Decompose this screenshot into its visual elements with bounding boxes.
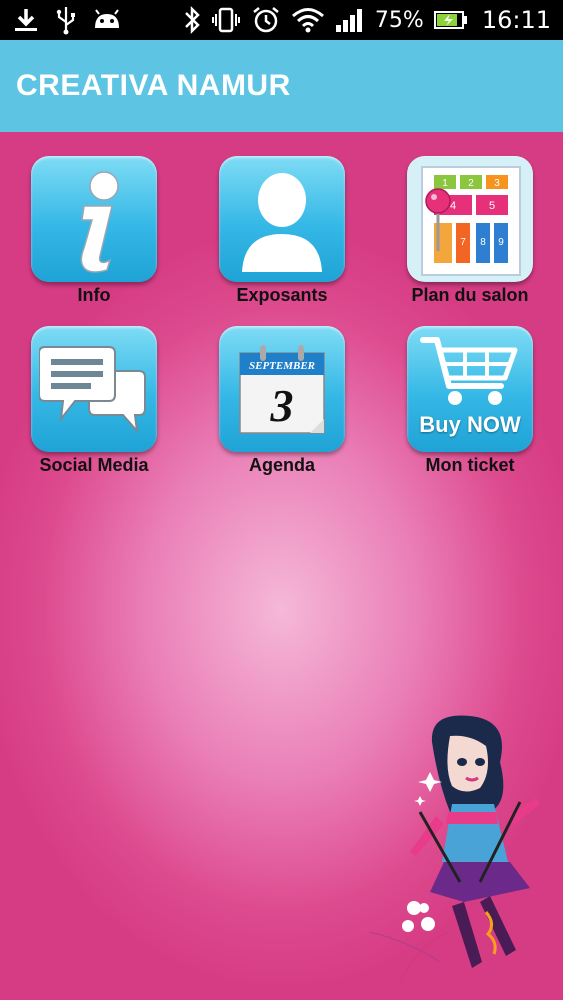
clock: 16:11 (481, 6, 551, 34)
tile-label: Agenda (248, 455, 315, 475)
app-title: CREATIVA NAMUR (16, 69, 291, 102)
tile-info[interactable]: Info (4, 156, 184, 326)
usb-icon (54, 5, 78, 35)
tile-mon-ticket[interactable]: Buy NOW Mon ticket (380, 326, 560, 496)
app-bar: CREATIVA NAMUR (0, 40, 563, 132)
svg-text:5: 5 (489, 200, 495, 212)
svg-text:3: 3 (270, 380, 294, 431)
android-icon (92, 8, 122, 32)
shopping-cart-icon: Buy NOW (407, 326, 533, 452)
tile-label: Info (77, 285, 111, 305)
tile-plan-du-salon[interactable]: 1 2 3 4 5 7 8 9 Plan du salon (380, 156, 560, 326)
svg-text:8: 8 (480, 237, 486, 248)
svg-text:9: 9 (498, 237, 504, 248)
person-icon (219, 156, 345, 282)
chat-bubbles-icon (31, 326, 157, 452)
svg-text:3: 3 (494, 178, 500, 189)
svg-text:4: 4 (450, 200, 456, 212)
floor-plan-icon: 1 2 3 4 5 7 8 9 (407, 156, 533, 282)
svg-text:SEPTEMBER: SEPTEMBER (249, 360, 315, 372)
vibrate-icon (211, 5, 241, 35)
svg-text:1: 1 (442, 178, 448, 189)
tile-social-media[interactable]: Social Media (4, 326, 184, 496)
tile-label: Mon ticket (425, 455, 515, 475)
battery-icon (433, 10, 468, 30)
svg-text:2: 2 (468, 178, 474, 189)
tile-label: Plan du salon (411, 285, 529, 305)
main-content: Info Exposants 1 2 3 4 5 7 8 9 Plan du s… (0, 132, 563, 1000)
battery-percent: 75% (374, 7, 424, 33)
info-icon (31, 156, 157, 282)
tile-agenda[interactable]: SEPTEMBER 3 Agenda (192, 326, 372, 496)
signal-icon (335, 7, 365, 33)
buy-now-text: Buy NOW (419, 412, 521, 437)
tile-label: Exposants (236, 285, 328, 305)
alarm-icon (251, 5, 281, 35)
tile-label: Social Media (39, 455, 149, 475)
status-bar: 75% 16:11 (0, 0, 563, 40)
tile-exposants[interactable]: Exposants (192, 156, 372, 326)
girl-illustration (369, 715, 540, 983)
wifi-icon (291, 6, 325, 34)
bluetooth-icon (183, 5, 201, 35)
calendar-icon: SEPTEMBER 3 (219, 326, 345, 452)
download-icon (12, 6, 40, 34)
svg-text:7: 7 (460, 237, 466, 248)
